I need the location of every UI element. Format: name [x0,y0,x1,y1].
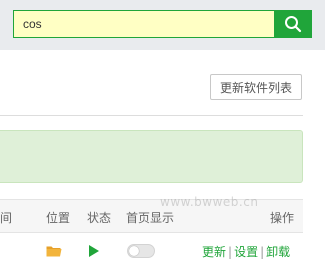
play-icon[interactable] [89,245,99,260]
watermark: www.bwweb.cn [160,195,259,209]
toggle-knob [129,246,139,256]
table-row: 更新 | 设置 | 卸载 [0,233,303,269]
column-header-status: 状态 [87,211,112,225]
settings-link[interactable]: 设置 [234,245,258,259]
search-button[interactable] [274,10,312,38]
row-actions: 更新 | 设置 | 卸载 [202,243,290,260]
folder-icon[interactable] [46,245,62,260]
column-header-actions: 操作 [270,211,295,225]
divider [0,115,303,116]
column-header-location: 位置 [46,211,71,225]
action-separator: | [228,245,233,259]
search-icon [285,16,302,33]
column-header-homepage: 首页显示 [126,211,175,225]
uninstall-link[interactable]: 卸载 [266,245,290,259]
action-separator: | [260,245,265,259]
column-header-partial: 间 [0,211,13,225]
notice-box [0,130,303,183]
search-input[interactable] [13,10,274,38]
software-panel: 更新软件列表 间 位置 状态 首页显示 操作 更新 | 设置 | 卸载 [0,50,325,274]
homepage-toggle[interactable] [127,244,155,258]
update-software-list-button[interactable]: 更新软件列表 [210,74,302,100]
update-link[interactable]: 更新 [202,245,226,259]
